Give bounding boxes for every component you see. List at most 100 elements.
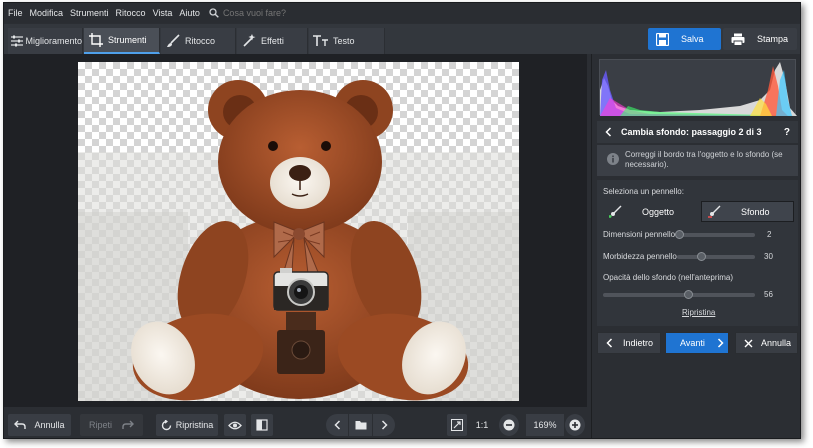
softness-thumb[interactable] <box>697 252 706 261</box>
actual-size-button[interactable]: 1:1 <box>472 414 492 436</box>
reset-link[interactable]: Ripristina <box>682 308 715 317</box>
compare-icon <box>256 419 268 431</box>
search-icon <box>209 8 219 18</box>
tab-testo[interactable]: Testo <box>309 28 385 54</box>
info-icon <box>607 153 619 165</box>
brush-background-label: Sfondo <box>741 206 770 217</box>
bottom-bar: Annulla Ripeti Ripristina 1:1 <box>4 407 591 438</box>
step-title: Cambia sfondo: passaggio 2 di 3 <box>621 127 762 137</box>
tab-label: Strumenti <box>108 35 147 45</box>
reset-label: Ripristina <box>175 420 214 430</box>
menu-modifica[interactable]: Modifica <box>30 8 64 18</box>
zoom-in-button[interactable] <box>565 414 585 436</box>
text-icon <box>309 35 333 47</box>
softness-value: 30 <box>764 252 773 261</box>
wand-icon <box>237 34 261 48</box>
brush-background-button[interactable]: Sfondo <box>701 201 794 222</box>
brush-plus-icon <box>609 205 622 218</box>
reset-icon <box>161 419 171 430</box>
chevron-left-icon <box>606 338 613 348</box>
back-button[interactable]: Indietro <box>597 332 661 354</box>
opacity-thumb[interactable] <box>684 290 693 299</box>
undo-button[interactable]: Annulla <box>8 414 71 436</box>
histogram-graph <box>600 62 797 116</box>
back-arrow-icon[interactable] <box>605 127 612 137</box>
compare-button[interactable] <box>251 414 273 436</box>
brush-size-thumb[interactable] <box>675 230 684 239</box>
print-button[interactable]: Stampa <box>723 28 797 50</box>
brush-icon <box>161 34 185 48</box>
step-header: Cambia sfondo: passaggio 2 di 3 ? <box>597 121 798 143</box>
tab-label: Effetti <box>261 36 284 46</box>
save-label: Salva <box>681 34 704 44</box>
next-label: Avanti <box>680 338 705 348</box>
brush-object-button[interactable]: Oggetto <box>603 201 695 222</box>
undo-label: Annulla <box>34 420 65 430</box>
zoom-out-button[interactable] <box>499 414 519 436</box>
info-text: Correggi il bordo tra l'oggetto e lo sfo… <box>625 150 783 169</box>
softness-label: Morbidezza pennello <box>603 252 677 261</box>
crop-icon <box>84 33 108 47</box>
menu-strumenti[interactable]: Strumenti <box>70 8 109 18</box>
brush-minus-icon <box>708 205 721 218</box>
menu-file[interactable]: File <box>8 8 23 18</box>
redo-label: Ripeti <box>88 420 112 430</box>
back-label: Indietro <box>623 338 654 348</box>
reset-button[interactable]: Ripristina <box>156 414 218 436</box>
prev-image-button[interactable] <box>326 414 348 436</box>
cancel-label: Annulla <box>761 338 792 348</box>
opacity-value: 56 <box>764 290 773 299</box>
histogram <box>599 59 797 116</box>
sliders-icon <box>8 35 25 47</box>
tab-label: Testo <box>333 36 355 46</box>
info-box: Correggi il bordo tra l'oggetto e lo sfo… <box>597 145 798 176</box>
menu-ritocco[interactable]: Ritocco <box>116 8 146 18</box>
search-input[interactable] <box>222 8 343 18</box>
tab-label: Miglioramento <box>25 36 82 46</box>
brush-settings: Seleziona un pennello: Oggetto Sfondo Di… <box>597 180 798 326</box>
save-icon <box>656 32 669 46</box>
redo-icon <box>122 420 134 429</box>
tab-strumenti[interactable]: Strumenti <box>84 28 160 54</box>
chevron-left-icon <box>333 420 340 430</box>
brush-size-label: Dimensioni pennello <box>603 230 676 239</box>
open-folder-button[interactable] <box>349 414 372 436</box>
brush-size-slider[interactable] <box>677 233 755 237</box>
print-label: Stampa <box>757 34 789 44</box>
chevron-right-icon <box>717 338 724 348</box>
fit-screen-icon <box>451 419 463 431</box>
zoom-out-icon <box>503 419 515 431</box>
opacity-label: Opacità dello sfondo (nell'anteprima) <box>603 273 734 282</box>
close-icon <box>744 339 753 347</box>
photo-canvas[interactable] <box>78 62 519 401</box>
softness-slider[interactable] <box>677 255 755 259</box>
canvas-area[interactable] <box>4 54 587 407</box>
folder-icon <box>355 421 366 430</box>
next-button[interactable]: Avanti <box>665 332 729 354</box>
brush-size-value: 2 <box>767 230 772 239</box>
undo-icon <box>14 420 27 429</box>
tab-label: Ritocco <box>185 36 216 46</box>
tab-miglioramento[interactable]: Miglioramento <box>8 28 83 54</box>
tab-ritocco[interactable]: Ritocco <box>161 28 236 54</box>
zoom-level[interactable]: 169% <box>526 414 564 436</box>
menu-bar: File Modifica Strumenti Ritocco Vista Ai… <box>4 3 800 23</box>
save-button[interactable]: Salva <box>648 28 721 50</box>
help-icon[interactable]: ? <box>784 127 790 138</box>
menu-aiuto[interactable]: Aiuto <box>179 8 200 18</box>
menu-vista[interactable]: Vista <box>153 8 173 18</box>
eye-icon <box>228 421 242 429</box>
fit-screen-button[interactable] <box>447 414 467 436</box>
redo-button[interactable]: Ripeti <box>80 414 143 436</box>
printer-icon <box>731 33 745 46</box>
opacity-slider[interactable] <box>603 293 755 297</box>
side-panel: Cambia sfondo: passaggio 2 di 3 ? Correg… <box>591 54 800 438</box>
zoom-in-icon <box>569 419 581 431</box>
select-brush-label: Seleziona un pennello: <box>603 187 684 196</box>
brush-object-label: Oggetto <box>642 206 675 217</box>
cancel-button[interactable]: Annulla <box>735 332 798 354</box>
preview-button[interactable] <box>224 414 246 436</box>
tab-effetti[interactable]: Effetti <box>237 28 308 54</box>
search-box[interactable] <box>209 8 343 18</box>
next-image-button[interactable] <box>373 414 395 436</box>
